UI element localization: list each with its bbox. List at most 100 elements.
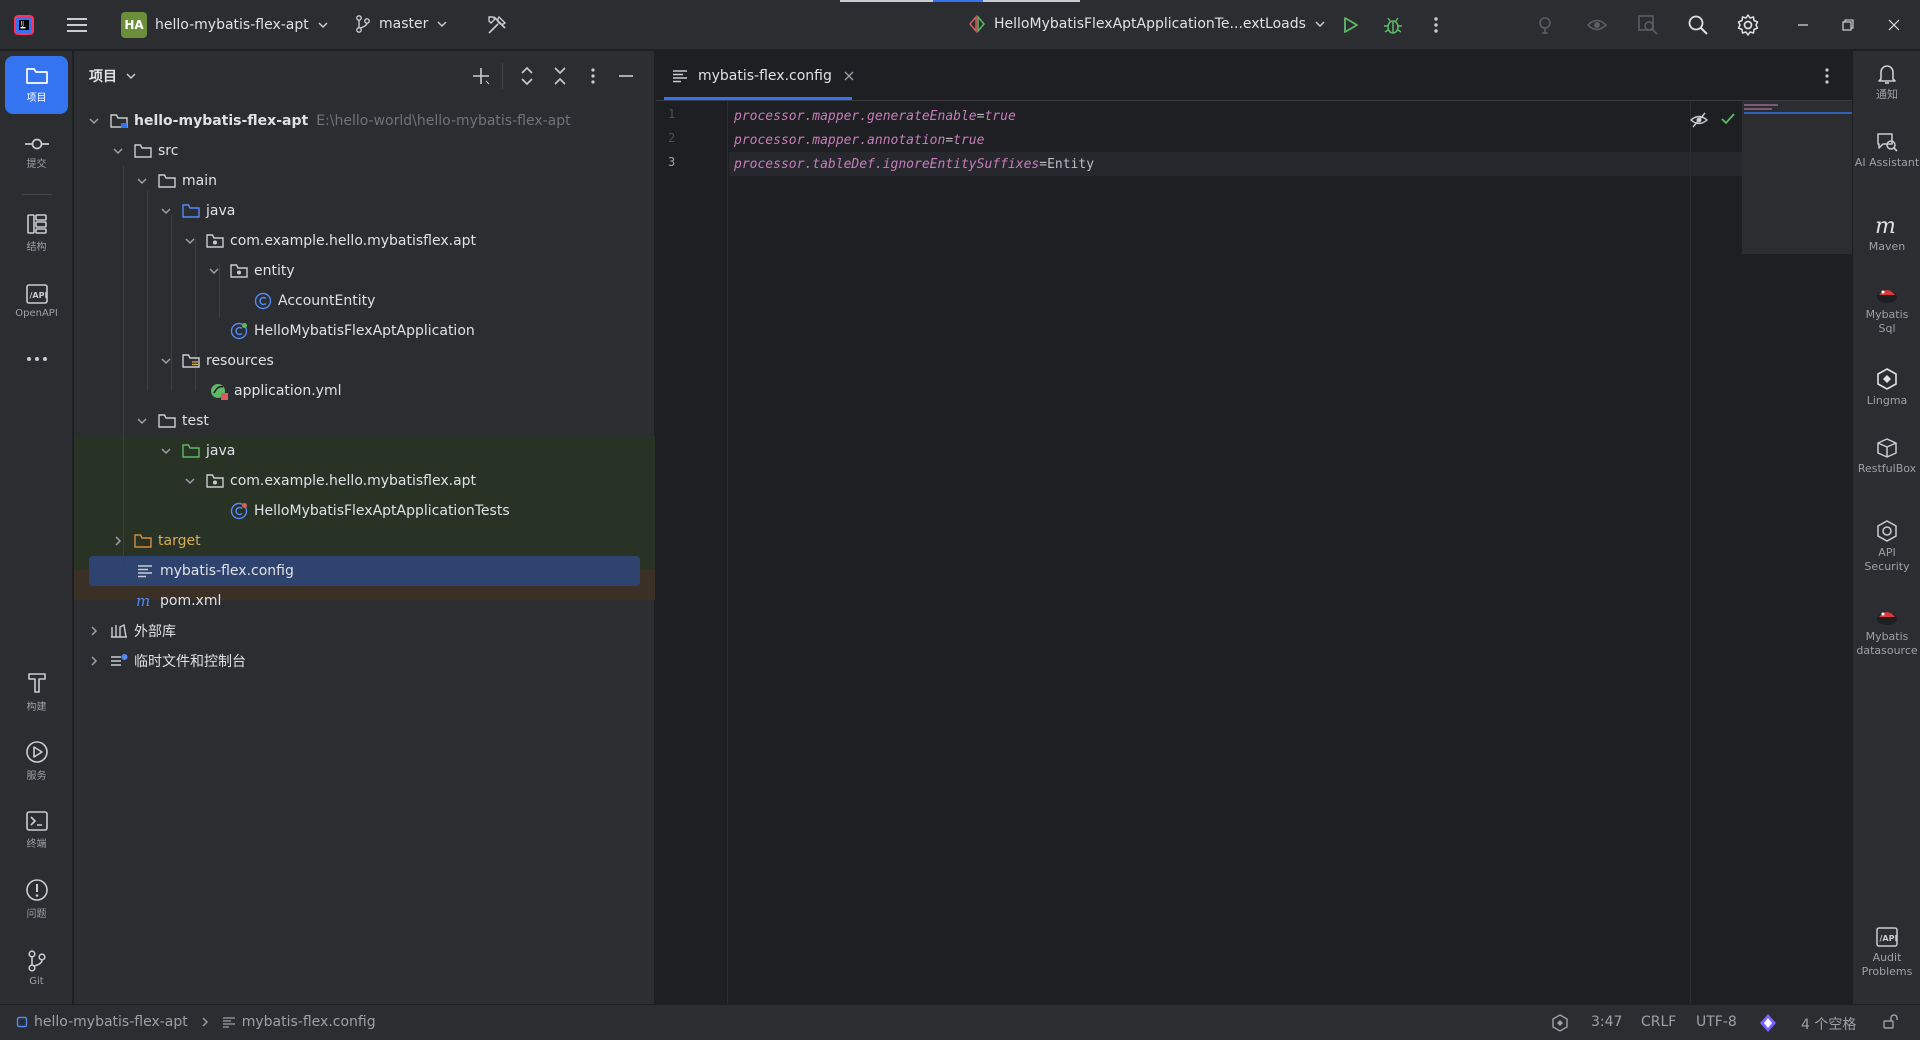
scratches-icon xyxy=(110,652,128,670)
tree-item-package-test[interactable]: com.example.hello.mybatisflex.apt xyxy=(74,466,655,496)
tool-notifications[interactable]: 通知 xyxy=(1853,63,1920,102)
tree-item-main[interactable]: main xyxy=(74,166,655,196)
ai-assistant-icon xyxy=(1875,131,1899,153)
expand-all-icon[interactable] xyxy=(516,65,538,87)
tree-item-src[interactable]: src xyxy=(74,136,655,166)
ai-status-icon[interactable] xyxy=(1758,1013,1778,1033)
coverage-icon[interactable] xyxy=(1585,13,1609,37)
chevron-down-icon[interactable] xyxy=(206,263,222,279)
tree-item-test[interactable]: test xyxy=(74,406,655,436)
chevron-down-icon[interactable] xyxy=(158,353,174,369)
chevron-right-icon[interactable] xyxy=(86,653,102,669)
caret-position[interactable]: 3:47 xyxy=(1591,1014,1622,1030)
tree-item-target[interactable]: target xyxy=(74,526,655,556)
tool-maven[interactable]: m Maven xyxy=(1853,215,1920,254)
tree-item-entity[interactable]: entity xyxy=(74,256,655,286)
tab-label: mybatis-flex.config xyxy=(698,68,832,84)
chevron-down-icon[interactable] xyxy=(110,143,126,159)
search-icon[interactable] xyxy=(1685,12,1711,38)
tree-item-application-tests[interactable]: HelloMybatisFlexAptApplicationTests xyxy=(74,496,655,526)
editor-options-icon[interactable] xyxy=(1816,65,1838,87)
main-menu-button[interactable] xyxy=(64,13,90,37)
collapse-all-icon[interactable] xyxy=(549,65,571,87)
chevron-down-icon[interactable] xyxy=(182,473,198,489)
run-config-selector[interactable]: HelloMybatisFlexAptApplicationTe...extLo… xyxy=(968,15,1326,33)
tool-api-security[interactable]: API Security xyxy=(1853,519,1920,574)
chevron-down-icon[interactable] xyxy=(86,113,102,129)
close-window-button[interactable] xyxy=(1882,14,1906,36)
chevron-down-icon[interactable] xyxy=(158,443,174,459)
tree-item-pom-xml[interactable]: m pom.xml xyxy=(74,586,655,616)
tool-restful-box[interactable]: RestfulBox xyxy=(1853,437,1920,476)
tool-structure[interactable]: 结构 xyxy=(5,207,68,259)
tool-terminal[interactable]: 终端 xyxy=(5,804,68,856)
tool-openapi[interactable]: /API OpenAPI xyxy=(5,275,68,327)
file-encoding[interactable]: UTF-8 xyxy=(1696,1014,1737,1030)
breadcrumb-file[interactable]: mybatis-flex.config xyxy=(242,1014,376,1030)
tree-item-label: com.example.hello.mybatisflex.apt xyxy=(230,473,477,489)
debug-icon[interactable] xyxy=(1381,13,1405,37)
active-tab-indicator xyxy=(664,97,852,100)
library-icon xyxy=(110,622,128,640)
tool-git[interactable]: Git xyxy=(5,942,68,994)
tools-icon[interactable] xyxy=(484,12,510,38)
minimize-button[interactable] xyxy=(1791,14,1815,36)
no-problems-check-icon[interactable] xyxy=(1720,111,1740,131)
tool-build[interactable]: 构建 xyxy=(5,666,68,718)
indent-setting[interactable]: 4 个空格 xyxy=(1801,1014,1856,1034)
project-selector[interactable]: HA hello-mybatis-flex-apt xyxy=(121,12,329,38)
minimap[interactable] xyxy=(1742,101,1852,254)
tree-item-application-yml[interactable]: application.yml xyxy=(74,376,655,406)
chevron-down-icon[interactable] xyxy=(134,173,150,189)
tool-ai-assistant[interactable]: AI Assistant xyxy=(1853,131,1920,170)
tree-item-package-main[interactable]: com.example.hello.mybatisflex.apt xyxy=(74,226,655,256)
chevron-right-icon[interactable] xyxy=(86,623,102,639)
tree-item-account-entity[interactable]: AccountEntity xyxy=(74,286,655,316)
tree-item-external-libraries[interactable]: 外部库 xyxy=(74,616,655,646)
hide-panel-icon[interactable] xyxy=(615,65,637,87)
chevron-down-icon[interactable] xyxy=(158,203,174,219)
reader-mode-icon[interactable] xyxy=(1690,111,1712,131)
tool-mybatis-datasource[interactable]: Mybatis datasource xyxy=(1853,605,1920,658)
restore-button[interactable] xyxy=(1836,14,1860,36)
chevron-down-icon[interactable] xyxy=(134,413,150,429)
tree-item-resources[interactable]: resources xyxy=(74,346,655,376)
settings-gear-icon[interactable] xyxy=(1735,12,1761,38)
chevron-right-icon[interactable] xyxy=(110,533,126,549)
panel-options-icon[interactable] xyxy=(582,65,604,87)
tree-item-java-test[interactable]: java xyxy=(74,436,655,466)
tab-mybatis-flex-config[interactable]: mybatis-flex.config xyxy=(656,51,870,101)
more-actions-icon[interactable] xyxy=(1428,13,1444,37)
profiler-icon[interactable] xyxy=(1534,13,1558,37)
tool-problems[interactable]: 问题 xyxy=(5,873,68,925)
code-line[interactable]: processor.mapper.annotation = true xyxy=(729,128,1774,152)
lock-icon[interactable] xyxy=(1882,1014,1900,1032)
tool-mybatis-sql[interactable]: Mybatis Sql xyxy=(1853,283,1920,336)
tool-lingma[interactable]: Lingma xyxy=(1853,367,1920,408)
code-line[interactable]: processor.mapper.generateEnable = true xyxy=(729,104,1774,128)
lingma-status-icon[interactable] xyxy=(1550,1013,1570,1033)
tool-audit-problems[interactable]: /API Audit Problems xyxy=(1853,926,1920,979)
chevron-down-icon[interactable] xyxy=(182,233,198,249)
run-icon[interactable] xyxy=(1338,13,1362,37)
tree-item-mybatis-flex-config[interactable]: mybatis-flex.config xyxy=(74,556,655,586)
tree-item-project-root[interactable]: hello-mybatis-flex-apt E:\hello-world\he… xyxy=(74,106,655,136)
line-number: 1 xyxy=(668,107,676,121)
tree-item-java-main[interactable]: java xyxy=(74,196,655,226)
tree-item-main-application[interactable]: HelloMybatisFlexAptApplication xyxy=(74,316,655,346)
more-tools-button[interactable] xyxy=(5,345,68,373)
line-separator[interactable]: CRLF xyxy=(1641,1014,1676,1030)
tree-item-scratches[interactable]: 临时文件和控制台 xyxy=(74,646,655,676)
tool-commit[interactable]: 提交 xyxy=(5,127,68,179)
close-tab-icon[interactable] xyxy=(844,71,854,81)
branch-selector[interactable]: master xyxy=(355,15,448,33)
breadcrumb-project[interactable]: hello-mybatis-flex-apt xyxy=(34,1014,188,1030)
code-line-current[interactable]: processor.tableDef.ignoreEntitySuffixes =… xyxy=(729,152,1774,176)
audit-problems-icon: /API xyxy=(1875,926,1899,948)
project-view-selector[interactable]: 项目 xyxy=(89,66,137,86)
tool-services[interactable]: 服务 xyxy=(5,735,68,787)
inspect-icon[interactable] xyxy=(1636,13,1660,37)
tool-project[interactable]: 项目 xyxy=(5,56,68,114)
equals-sign: = xyxy=(945,132,954,148)
new-file-icon[interactable] xyxy=(470,65,492,87)
